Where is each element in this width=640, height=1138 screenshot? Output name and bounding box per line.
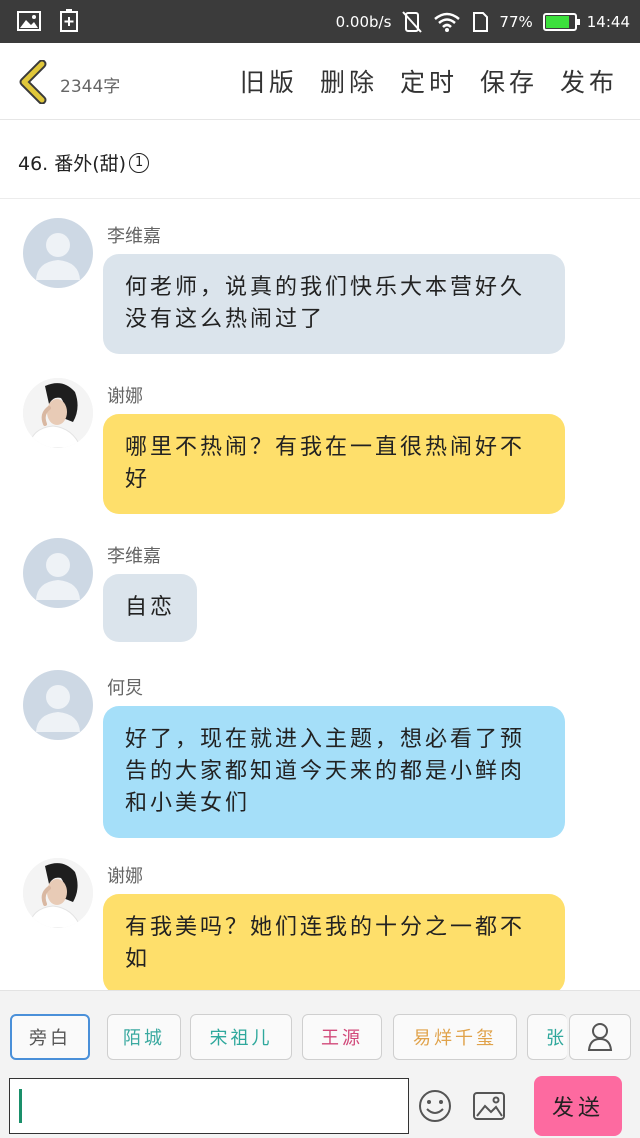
old-version-button[interactable]: 旧版 [240,63,298,99]
battery-percent: 77% [499,12,533,31]
net-speed: 0.00b/s [335,12,392,31]
role-chip[interactable]: 宋祖儿 [190,1014,292,1060]
editor-header: 2344字 旧版 删除 定时 保存 发布 [0,43,640,120]
message-bubble[interactable]: 哪里不热闹？有我在一直很热闹好不好 [103,414,565,514]
add-icon [60,9,78,32]
wifi-icon [434,12,461,32]
word-count: 2344字 [60,77,121,97]
status-right: 0.00b/s 77% 14:44 [336,0,630,43]
send-button[interactable]: 发送 [534,1076,622,1136]
role-selector: 旁白 陌城 宋祖儿 王源 易烊千玺 张 [0,990,640,1074]
input-bar: 发送 [0,1074,640,1138]
sim-icon [473,11,489,32]
chapter-title: 46. 番外(甜) [18,153,127,175]
clock: 14:44 [586,12,630,31]
publish-button[interactable]: 发布 [560,63,618,99]
role-chip[interactable]: 易烊千玺 [393,1014,517,1060]
battery-icon [542,12,580,31]
emoji-icon[interactable] [418,1089,452,1123]
portrait-image [23,378,93,448]
mute-icon [402,10,423,33]
user-icon [587,1023,613,1051]
manage-roles-button[interactable] [569,1014,631,1060]
default-avatar[interactable] [23,218,93,288]
message-list[interactable]: 李维嘉 何老师，说真的我们快乐大本营好久没有这么热闹过了 谢娜 哪里不热闹？有我… [0,200,640,990]
photo-avatar[interactable] [23,378,93,448]
text-caret [19,1089,22,1123]
picture-icon[interactable] [472,1091,506,1121]
status-left-icons [16,9,82,33]
sender-name: 何炅 [107,678,143,699]
save-button[interactable]: 保存 [480,63,538,99]
message-bubble[interactable]: 何老师，说真的我们快乐大本营好久没有这么热闹过了 [103,254,565,354]
message-bubble[interactable]: 自恋 [103,574,198,642]
sender-name: 李维嘉 [107,546,161,567]
back-arrow-icon[interactable] [16,60,50,104]
sender-name: 李维嘉 [107,226,161,247]
schedule-button[interactable]: 定时 [400,63,458,99]
image-icon [17,11,41,31]
default-avatar[interactable] [23,670,93,740]
chapter-badge: 1 [129,152,150,173]
header-actions: 旧版 删除 定时 保存 发布 [240,63,618,99]
role-chip[interactable]: 王源 [302,1014,382,1060]
role-chip[interactable]: 陌城 [107,1014,181,1060]
battery-level [545,15,569,28]
portrait-image [23,858,93,928]
default-avatar[interactable] [23,538,93,608]
person-icon [36,685,80,732]
status-bar: 0.00b/s 77% 14:44 [0,0,640,43]
message-bubble[interactable]: 好了，现在就进入主题，想必看了预告的大家都知道今天来的都是小鲜肉和小美女们 [103,706,565,838]
chapter-header[interactable]: 46. 番外(甜) 1 [0,121,640,199]
message-bubble[interactable]: 有我美吗？她们连我的十分之一都不如 [103,894,565,990]
person-icon [36,553,80,600]
photo-avatar[interactable] [23,858,93,928]
role-narrator[interactable]: 旁白 [10,1014,90,1060]
sender-name: 谢娜 [107,386,143,407]
sender-name: 谢娜 [107,866,143,887]
person-icon [36,233,80,280]
chapter-title-row: 46. 番外(甜) 1 [18,149,150,176]
role-chip[interactable]: 张 [527,1014,567,1060]
message-input[interactable] [9,1078,409,1134]
delete-button[interactable]: 删除 [320,63,378,99]
